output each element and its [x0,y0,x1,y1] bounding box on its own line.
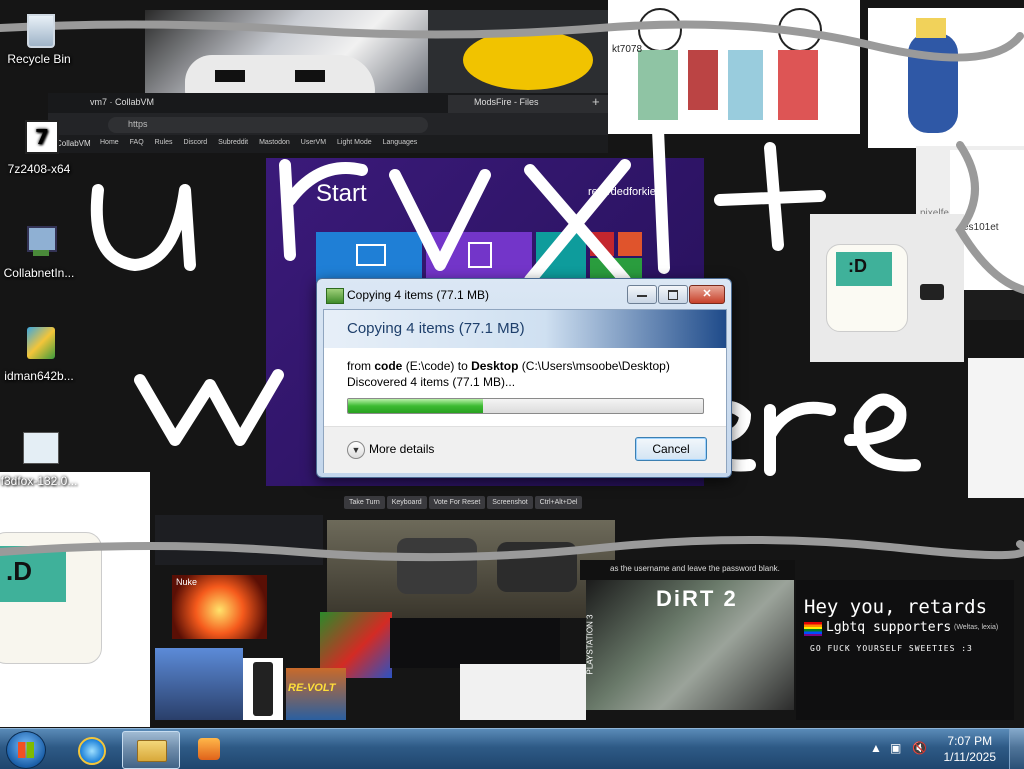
to-label: to [457,359,468,373]
minimize-button[interactable] [627,285,657,304]
desktop-icon-recycle-bin[interactable]: Recycle Bin [0,8,81,66]
dest-path: (C:\Users\msoobe\Desktop) [521,359,670,373]
desktop-icon-label: idman642b... [4,369,74,383]
more-details-label: More details [369,442,435,457]
tray-expand-icon[interactable]: ▲ [870,741,882,755]
scribble-l [652,124,670,274]
recycle-bin-icon [19,8,59,48]
installer-icon [19,222,59,262]
dialog-body: Copying 4 items (77.1 MB) from code (E:\… [323,309,727,473]
desktop-icon-label: CollabnetIn... [3,266,75,280]
network-icon[interactable]: ▣ [890,741,901,755]
desktop: kt7078 vm7 · CollabVM ModsFire - Files +… [0,0,1024,728]
taskbar: ▲ ▣ 🔇 7:07 PM 1/11/2025 [0,728,1024,769]
volume-muted-icon[interactable]: 🔇 [912,741,927,755]
desktop-icon-label: Recycle Bin [7,52,71,66]
clock-date: 1/11/2025 [943,750,997,764]
scribble-v [389,169,491,271]
desktop-icon-label: f3dfox-132.0... [0,474,78,488]
7zip-icon: 7 [19,118,59,158]
scribble-r [279,159,368,261]
maximize-button[interactable] [658,285,688,304]
desktop-icon-idman[interactable]: idman642b... [0,325,81,383]
scribble-e [844,393,921,472]
desktop-icon-7zip[interactable]: 7 7z2408-x64 [0,118,81,176]
chevron-down-icon: ▼ [347,441,365,459]
source-name[interactable]: code [374,359,402,373]
dest-name[interactable]: Desktop [471,359,518,373]
windows-explorer-icon [137,740,167,762]
scribble-w [134,369,284,446]
cancel-button[interactable]: Cancel [635,437,707,461]
taskbar-media-player-button[interactable] [182,731,238,767]
scribble-r2 [764,401,836,476]
media-player-icon [198,738,220,760]
minimize-icon [637,295,647,297]
clock-time: 7:07 PM [947,734,993,748]
taskbar-ie-button[interactable] [62,731,118,767]
gray-scribble-bottom [0,536,1024,562]
desktop-icon-collabnet[interactable]: CollabnetIn... [0,222,81,280]
more-details-toggle[interactable]: ▼ More details [347,441,434,459]
windows-logo-icon [18,742,34,758]
from-label: from [347,359,371,373]
copy-progress-fill [348,399,483,413]
close-icon: ✕ [702,288,712,300]
desktop-icon-label: 7z2408-x64 [7,162,71,176]
scribble-u [90,184,196,271]
source-path: (E:\code) [405,359,455,373]
dialog-footer: ▼ More details Cancel [324,426,726,473]
show-desktop-button[interactable] [1009,729,1024,769]
gray-scribble-right [955,141,1024,294]
scribble-t [714,142,826,251]
document-icon [19,430,59,470]
copy-icon [326,288,344,304]
desktop-icon-f3dfox[interactable]: f3dfox-132.0... [0,430,81,488]
dialog-header-band: Copying 4 items (77.1 MB) [324,310,726,348]
clock[interactable]: 7:07 PM 1/11/2025 [944,733,997,765]
maximize-icon [668,290,678,300]
copy-source-line: from code (E:\code) to Desktop (C:\Users… [347,359,670,373]
dialog-title: Copying 4 items (77.1 MB) [347,288,490,302]
internet-explorer-icon [78,737,106,765]
start-button[interactable] [6,731,46,769]
setup-shield-icon [19,325,59,365]
copy-progress-bar [347,398,704,414]
taskbar-explorer-button[interactable] [122,731,180,769]
dialog-heading: Copying 4 items (77.1 MB) [347,320,525,337]
close-button[interactable]: ✕ [689,285,725,304]
copy-dialog[interactable]: Copying 4 items (77.1 MB) ✕ Copying 4 it… [316,278,732,478]
gray-scribble-top [0,20,1024,62]
copy-status: Discovered 4 items (77.1 MB)... [347,375,516,389]
scribble-x [524,159,631,286]
